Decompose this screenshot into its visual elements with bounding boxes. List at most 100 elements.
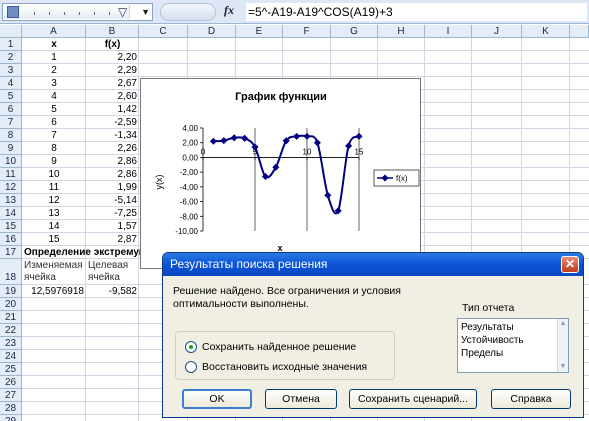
row-header-7[interactable]: 7 [0, 116, 22, 129]
cell-a5[interactable]: 4 [22, 90, 86, 103]
row-header-22[interactable]: 22 [0, 324, 22, 337]
cell-a1[interactable]: x [22, 38, 86, 51]
save-scenario-button[interactable]: Сохранить сценарий... [349, 389, 477, 409]
row-header-8[interactable]: 8 [0, 129, 22, 142]
column-header-h[interactable]: H [378, 25, 425, 38]
row-header-13[interactable]: 13 [0, 194, 22, 207]
row-header-27[interactable]: 27 [0, 389, 22, 402]
row-header-25[interactable]: 25 [0, 363, 22, 376]
row-header-16[interactable]: 16 [0, 233, 22, 246]
cell-b12[interactable]: 1,99 [86, 181, 139, 194]
report-item-limits[interactable]: Пределы [461, 347, 565, 360]
column-header-j[interactable]: J [472, 25, 522, 38]
cell-b14[interactable]: -7,25 [86, 207, 139, 220]
cell-a11[interactable]: 10 [22, 168, 86, 181]
cell-b6[interactable]: 1,42 [86, 103, 139, 116]
cell-b15[interactable]: 1,57 [86, 220, 139, 233]
fx-icon[interactable]: fx [224, 3, 234, 18]
cell-b18-line2[interactable]: ячейка [88, 271, 139, 284]
cell-b8[interactable]: -1,34 [86, 129, 139, 142]
cell-a14[interactable]: 13 [22, 207, 86, 220]
cell-a2[interactable]: 1 [22, 51, 86, 64]
cell-a16[interactable]: 15 [22, 233, 86, 246]
row-header-29[interactable]: 29 [0, 415, 22, 421]
cell-a9[interactable]: 8 [22, 142, 86, 155]
select-all-corner[interactable] [0, 25, 22, 38]
row-header-23[interactable]: 23 [0, 337, 22, 350]
row-header-6[interactable]: 6 [0, 103, 22, 116]
cell-b4[interactable]: 2,67 [86, 77, 139, 90]
help-button[interactable]: Справка [491, 389, 571, 409]
cell-b9[interactable]: 2,26 [86, 142, 139, 155]
row-header-14[interactable]: 14 [0, 207, 22, 220]
function-chart[interactable]: График функции 4,00 2,00 0,00 -2,00 -4,00 -6,… [140, 78, 421, 269]
column-header-i[interactable]: I [425, 25, 472, 38]
cell-a19[interactable]: 12,5976918 [22, 285, 86, 298]
cell-a8[interactable]: 7 [22, 129, 86, 142]
chart-legend: f(x) [373, 169, 420, 187]
cell-b10[interactable]: 2,86 [86, 155, 139, 168]
radio-restore[interactable] [185, 361, 197, 373]
column-header-b[interactable]: B [86, 25, 139, 38]
row-header-3[interactable]: 3 [0, 64, 22, 77]
cell-b19[interactable]: -9,582 [86, 285, 139, 298]
report-item-sensitivity[interactable]: Устойчивость [461, 334, 565, 347]
report-type-list[interactable]: Результаты Устойчивость Пределы ▲ ▼ [457, 318, 569, 373]
report-type-label: Тип отчета [462, 302, 515, 314]
cell-b1[interactable]: f(x) [86, 38, 139, 51]
row-header-17[interactable]: 17 [0, 246, 22, 259]
cell-b7[interactable]: -2,59 [86, 116, 139, 129]
row-header-10[interactable]: 10 [0, 155, 22, 168]
close-icon[interactable]: ✕ [561, 256, 579, 273]
cell-a13[interactable]: 12 [22, 194, 86, 207]
cell-a6[interactable]: 5 [22, 103, 86, 116]
cell-a12[interactable]: 11 [22, 181, 86, 194]
cell-a10[interactable]: 9 [22, 155, 86, 168]
name-box[interactable]: ▽ ▼ [2, 3, 153, 21]
column-header-c[interactable]: C [139, 25, 188, 38]
scroll-down-icon[interactable]: ▼ [558, 362, 568, 372]
row-header-4[interactable]: 4 [0, 77, 22, 90]
cell-b13[interactable]: -5,14 [86, 194, 139, 207]
row-header-5[interactable]: 5 [0, 90, 22, 103]
radio-keep[interactable] [185, 341, 197, 353]
row-header-24[interactable]: 24 [0, 350, 22, 363]
column-header-a[interactable]: A [22, 25, 86, 38]
cell-b2[interactable]: 2,20 [86, 51, 139, 64]
row-header-9[interactable]: 9 [0, 142, 22, 155]
row-header-2[interactable]: 2 [0, 51, 22, 64]
cell-a15[interactable]: 14 [22, 220, 86, 233]
cell-b11[interactable]: 2,86 [86, 168, 139, 181]
row-header-26[interactable]: 26 [0, 376, 22, 389]
cell-a4[interactable]: 3 [22, 77, 86, 90]
row-header-11[interactable]: 11 [0, 168, 22, 181]
row-header-21[interactable]: 21 [0, 311, 22, 324]
column-header-g[interactable]: G [331, 25, 378, 38]
cell-b3[interactable]: 2,29 [86, 64, 139, 77]
row-header-19[interactable]: 19 [0, 285, 22, 298]
row-header-18[interactable]: 18 [0, 259, 22, 285]
y-tick-label: 0,00 [182, 153, 198, 162]
cell-b16[interactable]: 2,87 [86, 233, 139, 246]
chevron-down-icon[interactable]: ▼ [141, 4, 150, 20]
row-header-15[interactable]: 15 [0, 220, 22, 233]
cell-b5[interactable]: 2,60 [86, 90, 139, 103]
ok-button[interactable]: OK [182, 389, 252, 409]
cell-a18-line2[interactable]: ячейка [24, 271, 86, 284]
row-header-20[interactable]: 20 [0, 298, 22, 311]
row-header-28[interactable]: 28 [0, 402, 22, 415]
cell-a7[interactable]: 6 [22, 116, 86, 129]
formula-input[interactable]: =5^-A19-A19^COS(A19)+3 [246, 3, 587, 21]
row-header-1[interactable]: 1 [0, 38, 22, 51]
column-header-k[interactable]: K [522, 25, 570, 38]
cell-a3[interactable]: 2 [22, 64, 86, 77]
report-list-scrollbar[interactable]: ▲ ▼ [557, 319, 568, 372]
report-item-results[interactable]: Результаты [461, 321, 565, 334]
column-header-d[interactable]: D [188, 25, 236, 38]
scroll-up-icon[interactable]: ▲ [558, 319, 568, 329]
cancel-button[interactable]: Отмена [265, 389, 337, 409]
row-header-12[interactable]: 12 [0, 181, 22, 194]
column-header-e[interactable]: E [236, 25, 283, 38]
dialog-title-bar[interactable]: Результаты поиска решения ✕ [163, 253, 583, 276]
column-header-f[interactable]: F [283, 25, 331, 38]
